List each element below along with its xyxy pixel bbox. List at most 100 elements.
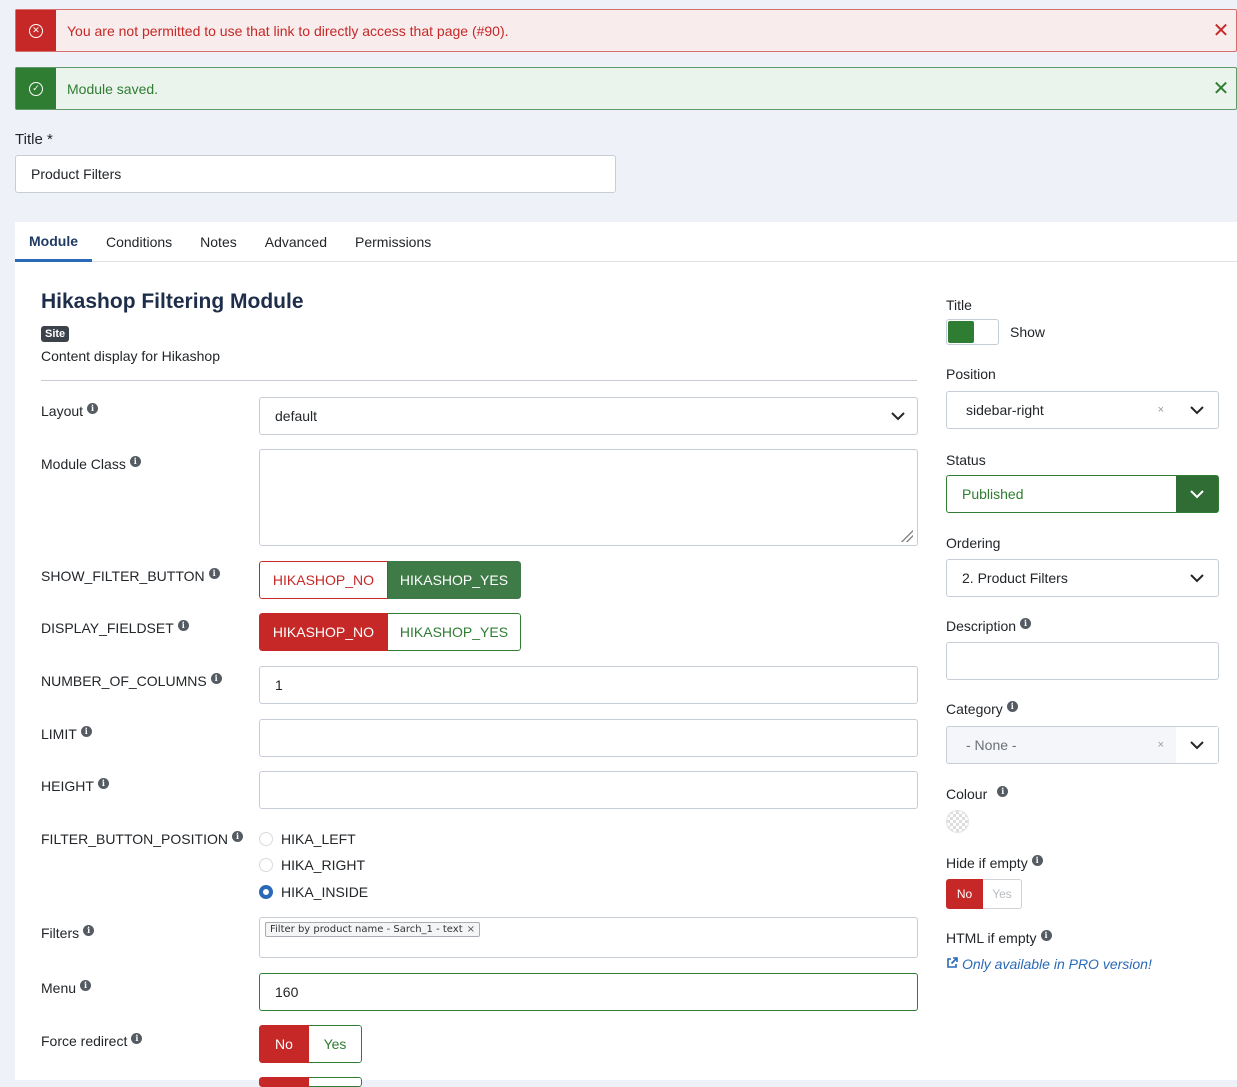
show-filter-button-label: SHOW_FILTER_BUTTON i — [41, 567, 220, 584]
layout-label: Layout i — [41, 402, 99, 419]
display-fieldset-label: DISPLAY_FIELDSET i — [41, 619, 189, 636]
radio-button[interactable] — [259, 832, 273, 846]
limit-label: LIMIT i — [41, 725, 92, 742]
description-label: Description i — [946, 617, 1032, 634]
ordering-select[interactable]: 2. Product Filters — [946, 559, 1219, 597]
number-of-columns-label: NUMBER_OF_COLUMNS i — [41, 672, 222, 689]
radio-button[interactable] — [259, 885, 273, 899]
info-icon[interactable]: i — [80, 725, 92, 737]
partial-toggle-no[interactable] — [259, 1077, 309, 1087]
module-class-label-text: Module Class — [41, 456, 126, 472]
display-fieldset-no[interactable]: HIKASHOP_NO — [259, 613, 388, 651]
info-icon[interactable]: i — [231, 830, 243, 842]
info-icon[interactable]: i — [131, 1032, 143, 1044]
display-fieldset-yes[interactable]: HIKASHOP_YES — [388, 613, 521, 651]
show-filter-button-toggle: HIKASHOP_NO HIKASHOP_YES — [259, 561, 521, 599]
force-redirect-no[interactable]: No — [259, 1025, 309, 1063]
check-circle-icon: ✓ — [16, 68, 56, 109]
status-value: Published — [962, 486, 1024, 502]
info-icon[interactable]: i — [1006, 700, 1018, 712]
tab-permissions[interactable]: Permissions — [341, 222, 445, 262]
position-label: Position — [946, 366, 996, 382]
info-icon[interactable]: i — [97, 777, 109, 789]
html-if-empty-label: HTML if empty i — [946, 929, 1052, 946]
description-input[interactable] — [946, 642, 1219, 680]
clear-icon[interactable]: × — [1158, 404, 1164, 416]
height-input[interactable] — [259, 771, 918, 809]
success-alert: ✓ Module saved. ✕ — [15, 67, 1237, 110]
force-redirect-yes[interactable]: Yes — [309, 1025, 362, 1063]
radio-hika-right[interactable]: HIKA_RIGHT — [259, 857, 365, 873]
show-filter-button-no[interactable]: HIKASHOP_NO — [259, 561, 388, 599]
radio-hika-left[interactable]: HIKA_LEFT — [259, 831, 356, 847]
chevron-down-icon[interactable] — [1176, 727, 1218, 763]
colour-label: Colour i — [946, 785, 1009, 802]
height-label-text: HEIGHT — [41, 778, 94, 794]
info-icon[interactable]: i — [80, 979, 92, 991]
force-redirect-toggle: No Yes — [259, 1025, 362, 1063]
html-if-empty-label-text: HTML if empty — [946, 930, 1037, 946]
info-icon[interactable]: i — [210, 672, 222, 684]
menu-input[interactable]: 160 — [259, 973, 918, 1011]
tab-advanced[interactable]: Advanced — [251, 222, 341, 262]
clear-icon[interactable]: × — [1158, 739, 1164, 751]
ordering-value: 2. Product Filters — [962, 570, 1068, 586]
chevron-down-icon — [1176, 560, 1218, 596]
tab-module[interactable]: Module — [15, 222, 92, 262]
chevron-down-icon[interactable] — [1176, 476, 1218, 512]
close-icon[interactable]: ✕ — [1206, 68, 1236, 109]
divider — [41, 380, 917, 381]
hide-if-empty-yes[interactable]: Yes — [983, 879, 1022, 909]
category-select[interactable]: - None - × — [946, 726, 1219, 764]
hide-if-empty-no[interactable]: No — [946, 879, 983, 909]
title-input[interactable] — [15, 155, 616, 193]
info-icon[interactable]: i — [997, 785, 1009, 797]
pro-version-link[interactable]: Only available in PRO version! — [946, 956, 1152, 972]
filters-multiselect[interactable]: Filter by product name - Sarch_1 - text … — [259, 917, 918, 958]
remove-icon[interactable]: × — [467, 924, 475, 935]
title-label: Title * — [15, 131, 53, 148]
info-icon[interactable]: i — [208, 567, 220, 579]
number-of-columns-label-text: NUMBER_OF_COLUMNS — [41, 673, 207, 689]
tab-notes[interactable]: Notes — [186, 222, 251, 262]
hide-if-empty-toggle: No Yes — [946, 879, 1022, 909]
layout-select[interactable]: default — [259, 397, 918, 435]
resize-handle-icon[interactable] — [901, 530, 913, 542]
show-filter-button-yes[interactable]: HIKASHOP_YES — [388, 561, 521, 599]
radio-button[interactable] — [259, 858, 273, 872]
filter-button-position-label: FILTER_BUTTON_POSITION i — [41, 830, 243, 847]
sidebar-title-label: Title — [946, 297, 972, 313]
menu-value: 160 — [275, 984, 299, 1000]
info-icon[interactable]: i — [177, 619, 189, 631]
module-description: Content display for Hikashop — [41, 348, 220, 364]
title-show-switch[interactable] — [946, 319, 999, 345]
info-icon[interactable]: i — [1020, 617, 1032, 629]
filter-button-position-label-text: FILTER_BUTTON_POSITION — [41, 831, 228, 847]
partial-toggle-yes[interactable] — [309, 1077, 362, 1087]
colour-label-text: Colour — [946, 786, 988, 802]
position-select[interactable]: sidebar-right × — [946, 391, 1219, 429]
colour-picker[interactable] — [946, 810, 969, 833]
info-icon[interactable]: i — [1031, 854, 1043, 866]
number-of-columns-input[interactable]: 1 — [259, 666, 918, 704]
info-icon[interactable]: i — [87, 402, 99, 414]
close-icon[interactable]: ✕ — [1206, 10, 1236, 51]
radio-label: HIKA_INSIDE — [281, 884, 369, 900]
display-fieldset-label-text: DISPLAY_FIELDSET — [41, 620, 174, 636]
status-label: Status — [946, 452, 986, 468]
info-icon[interactable]: i — [83, 924, 95, 936]
info-icon[interactable]: i — [1040, 929, 1052, 941]
status-select[interactable]: Published — [946, 475, 1219, 513]
menu-label: Menu i — [41, 979, 92, 996]
filter-chip: Filter by product name - Sarch_1 - text … — [265, 922, 481, 937]
module-class-textarea[interactable] — [259, 449, 918, 546]
limit-input[interactable] — [259, 719, 918, 757]
chevron-down-icon[interactable] — [1176, 392, 1218, 428]
hide-if-empty-label-text: Hide if empty — [946, 855, 1028, 871]
radio-hika-inside[interactable]: HIKA_INSIDE — [259, 884, 368, 900]
info-icon[interactable]: i — [129, 455, 141, 467]
title-show-text: Show — [1010, 324, 1046, 340]
error-message: You are not permitted to use that link t… — [67, 22, 509, 39]
tab-conditions[interactable]: Conditions — [92, 222, 186, 262]
radio-label: HIKA_RIGHT — [281, 857, 366, 873]
